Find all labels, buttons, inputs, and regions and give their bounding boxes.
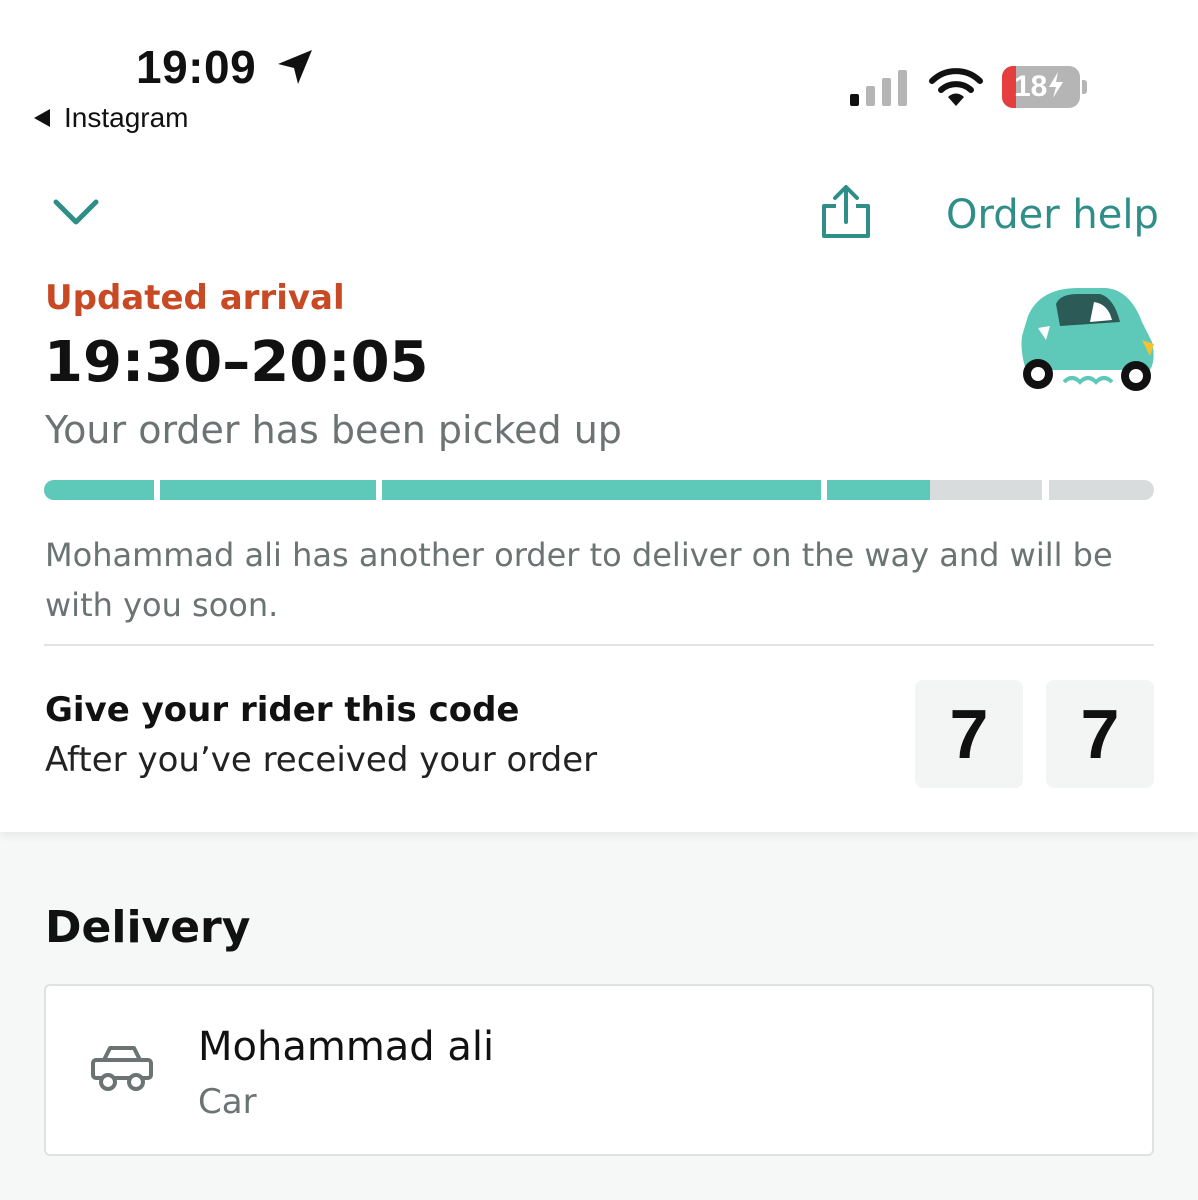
status-time: 19:09 xyxy=(136,41,257,93)
rider-code-title: Give your rider this code xyxy=(45,690,520,730)
code-digit: 7 xyxy=(915,680,1023,788)
progress-segment xyxy=(1049,480,1154,500)
car-icon xyxy=(90,1044,154,1096)
battery-icon: 18 xyxy=(1002,66,1080,108)
updated-arrival-label: Updated arrival xyxy=(45,278,345,318)
signal-strength-icon xyxy=(848,70,912,112)
progress-segment xyxy=(44,480,154,500)
delivery-progress-bar xyxy=(44,480,1154,500)
back-to-app-link[interactable]: Instagram xyxy=(34,102,189,134)
rider-code-subtitle: After you’ve received your order xyxy=(45,740,598,780)
collapse-chevron-icon[interactable] xyxy=(52,196,100,232)
wifi-icon xyxy=(928,66,984,114)
order-status-text: Your order has been picked up xyxy=(45,408,622,452)
progress-segment xyxy=(382,480,821,500)
divider xyxy=(44,644,1154,646)
order-help-link[interactable]: Order help xyxy=(946,192,1159,238)
battery-percentage: 18 xyxy=(1014,70,1065,104)
progress-segment xyxy=(160,480,376,500)
rider-card[interactable]: Mohammad ali Car xyxy=(44,984,1154,1156)
arrival-window: 19:30–20:05 xyxy=(44,330,429,395)
rider-vehicle-type: Car xyxy=(198,1082,257,1122)
rider-update-message: Mohammad ali has another order to delive… xyxy=(45,536,1113,624)
rider-name: Mohammad ali xyxy=(198,1024,495,1070)
order-status-panel: 19:09 Instagram 18 Order help Updated ar… xyxy=(0,0,1198,832)
location-arrow-icon xyxy=(276,48,314,90)
progress-segment xyxy=(827,480,1042,500)
back-triangle-icon xyxy=(34,109,50,127)
delivery-section-heading: Delivery xyxy=(45,902,251,953)
delivery-car-illustration-icon xyxy=(1016,282,1156,404)
share-icon[interactable] xyxy=(818,184,874,244)
battery-cap xyxy=(1082,80,1087,94)
code-digit: 7 xyxy=(1046,680,1154,788)
back-app-label: Instagram xyxy=(64,102,189,133)
